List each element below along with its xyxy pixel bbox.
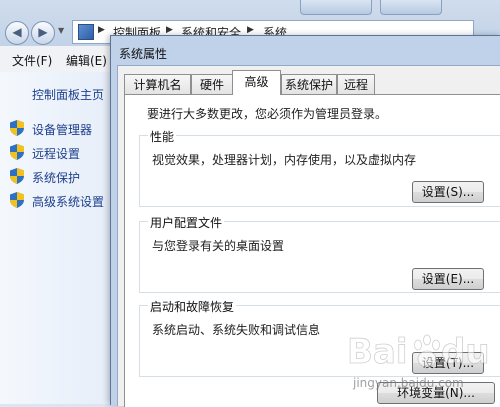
performance-group: 性能 视觉效果，处理器计划，内存使用，以及虚拟内存 设置(S)...: [139, 128, 500, 207]
uac-shield-icon: [10, 168, 24, 184]
window-maximize-button[interactable]: [380, 0, 442, 15]
tab-hardware[interactable]: 硬件: [191, 74, 233, 94]
tab-remote[interactable]: 远程: [337, 74, 375, 94]
uac-shield-icon: [10, 120, 24, 136]
forward-arrow-icon: ▶: [38, 25, 48, 39]
nav-link-label: 设备管理器: [32, 123, 93, 137]
svg-text:Bai: Bai: [347, 332, 408, 372]
menu-bar: 文件(F) 编辑(E): [0, 46, 110, 73]
recent-pages-dropdown-icon[interactable]: ▼: [58, 26, 64, 35]
breadcrumb-separator-icon[interactable]: ▶: [247, 25, 254, 35]
performance-description: 视觉效果，处理器计划，内存使用，以及虚拟内存: [152, 153, 417, 167]
navigation-pane: 控制面板主页 设备管理器 远程设置 系统保护 高级系统设置: [0, 72, 110, 404]
svg-text:jingyan.baidu.com: jingyan.baidu.com: [352, 376, 464, 390]
control-panel-home-link[interactable]: 控制面板主页: [32, 86, 104, 103]
user-profiles-legend: 用户配置文件: [148, 214, 225, 231]
forward-button[interactable]: ▶: [31, 21, 55, 45]
breadcrumb-separator-icon[interactable]: ▶: [98, 25, 105, 35]
user-profiles-settings-button[interactable]: 设置(E)...: [412, 268, 484, 290]
nav-link-label: 远程设置: [32, 147, 81, 161]
uac-shield-icon: [10, 192, 24, 208]
startup-recovery-description: 系统启动、系统失败和调试信息: [152, 323, 321, 337]
menu-edit[interactable]: 编辑(E): [66, 52, 107, 69]
user-profiles-group: 用户配置文件 与您登录有关的桌面设置 设置(E)...: [139, 214, 500, 293]
control-panel-icon: [78, 24, 94, 40]
startup-recovery-legend: 启动和故障恢复: [148, 298, 237, 315]
nav-link-label: 高级系统设置: [32, 195, 105, 209]
window-minimize-button[interactable]: [300, 0, 372, 15]
tab-advanced[interactable]: 高级: [232, 70, 281, 95]
back-button[interactable]: ◀: [5, 21, 29, 45]
breadcrumb-separator-icon[interactable]: ▶: [166, 25, 173, 35]
uac-shield-icon: [10, 144, 24, 160]
baidu-watermark-logo: Bai du jingyan.baidu.com: [347, 332, 490, 390]
admin-notice-text: 要进行大多数更改，您必须作为管理员登录。: [147, 107, 388, 121]
menu-file[interactable]: 文件(F): [12, 52, 52, 69]
dialog-title: 系统属性: [119, 47, 168, 61]
user-profiles-description: 与您登录有关的桌面设置: [152, 239, 285, 253]
tab-computer-name[interactable]: 计算机名: [124, 74, 191, 94]
tab-system-protection[interactable]: 系统保护: [281, 74, 337, 94]
nav-link-label: 系统保护: [32, 171, 81, 185]
performance-legend: 性能: [148, 128, 177, 145]
performance-settings-button[interactable]: 设置(S)...: [412, 181, 484, 203]
back-arrow-icon: ◀: [12, 25, 22, 39]
svg-text:du: du: [441, 332, 490, 372]
